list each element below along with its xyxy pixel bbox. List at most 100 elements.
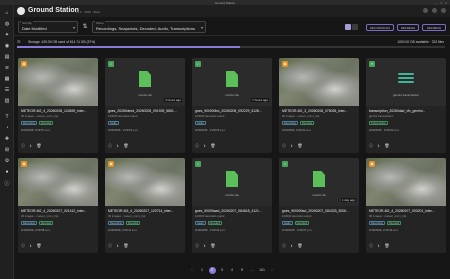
database-icon[interactable]: ⊞ [3,146,11,154]
file-card[interactable]: combo 3a ♪ 4 hours ago goes_20260deed_2026… [105,58,185,153]
pagination-page[interactable]: 3 [219,267,226,274]
minimize-icon[interactable]: – [436,1,438,5]
file-card[interactable]: combo 3a ♪ goes_90000aad_20260207_084818_… [192,158,272,253]
pagination-page[interactable]: … [249,267,256,274]
download-icon[interactable]: ⭳ [204,143,205,150]
delete-icon[interactable]: 🗑 [123,243,128,250]
delete-icon[interactable]: 🗑 [297,143,302,150]
delete-icon[interactable]: 🗑 [384,243,389,250]
grid-view-icon[interactable] [345,24,351,30]
file-date: 2/19/2026, 2:09:44 a.m. [369,228,399,232]
globe-icon[interactable]: ◍ [3,20,11,28]
maximize-icon[interactable]: □ [440,1,442,5]
recordings-button[interactable]: RECORDINGS [366,24,394,31]
file-card[interactable]: ▣ METEOR-M2_3_20260208_075028_inter... 3… [279,58,359,153]
delete-icon[interactable]: 🗑 [297,243,302,250]
pagination-prev[interactable]: ‹ [189,267,196,274]
info-icon[interactable]: ⓘ [108,143,112,150]
file-name: METEOR-M2_3_20260208_075028_inter... [282,109,348,113]
file-card[interactable]: ▣ METEOR-M2_4_20260207_003201_inter... 3… [366,158,446,253]
refresh-secondary-button[interactable]: REFRESH [422,24,446,31]
pagination-page[interactable]: 4 [229,267,236,274]
type-badge-icon: ▣ [22,162,26,166]
file-card[interactable]: combo 3a ♪ 1 day ago goes_900000ad_2026020… [279,158,359,253]
spectrum-icon[interactable]: ≋ [3,64,11,72]
file-card[interactable]: ▣ METEOR-M2_4_20260208_124539_inter... 3… [18,58,98,153]
download-icon[interactable]: ⭳ [291,143,292,150]
info-icon[interactable]: ⓘ [195,143,199,150]
list-view-icon[interactable] [352,24,358,30]
download-icon[interactable]: ⭳ [378,243,379,250]
info-icon[interactable]: ⓘ [3,179,11,187]
relative-time: 7 hours ago [251,98,269,102]
delete-icon[interactable]: 🗑 [210,243,215,250]
info-icon[interactable]: ⓘ [369,143,373,150]
gear-icon[interactable]: ⚙ [3,157,11,165]
info-icon[interactable]: ⓘ [195,243,199,250]
main-area: Ground Station v1.0 · 2025 · Beta Sort B… [14,5,450,279]
info-icon[interactable]: ⓘ [21,243,25,250]
pagination-page[interactable]: 101 [259,267,266,274]
delete-icon[interactable]: 🗑 [36,143,41,150]
settings-icon[interactable] [432,8,437,13]
tag-badge: Decoded [294,221,310,225]
folder-icon[interactable]: ▤ [3,53,11,61]
delete-icon[interactable]: 🗑 [36,243,41,250]
delete-icon[interactable]: 🗑 [123,143,128,150]
pagination-page[interactable]: 5 [239,267,246,274]
tle-icon[interactable]: T [3,113,11,121]
download-icon[interactable]: ⭳ [204,243,205,250]
show-filter-select[interactable]: Show Recordings, Snapshots, Decoded, Aud… [92,21,206,33]
card-actions: ⓘ ⭳ 🗑 [195,243,215,250]
type-badge-icon: ▣ [109,162,113,166]
info-icon[interactable]: ⓘ [282,243,286,250]
pagination-page[interactable]: 2 [208,266,216,274]
card-actions: ⓘ ⭳ 🗑 [369,143,389,150]
download-icon[interactable]: ⭳ [291,243,292,250]
chart-icon[interactable]: ▥ [3,97,11,105]
close-icon[interactable]: × [445,1,447,5]
file-name: METEOR-M2_4_20260207_021412_inter... [21,209,87,213]
pagination-page[interactable]: 1 [199,267,206,274]
delete-icon[interactable]: 🗑 [210,143,215,150]
file-card[interactable]: combo 3a ♪ 7 hours ago goes_900000bd_20260… [192,58,272,153]
sort-by-select[interactable]: Sort By Date Modified ▾ [18,21,78,33]
info-icon[interactable]: ⓘ [282,143,286,150]
info-icon[interactable]: ⓘ [108,243,112,250]
satellite-image-thumbnail[interactable] [279,58,359,106]
tag-badge: Recording [369,221,385,225]
satellite-icon[interactable]: ✦ [3,31,11,39]
tools-icon[interactable]: ✚ [3,135,11,143]
download-icon[interactable]: ⭳ [30,243,31,250]
download-icon[interactable]: ⭳ [378,143,379,150]
pagination-next[interactable]: › [269,267,276,274]
satellite-image-thumbnail[interactable] [105,158,185,206]
notification-icon[interactable] [423,8,428,13]
file-thumbnail[interactable]: combo 3a [192,158,272,206]
satellite-image-thumbnail[interactable] [366,158,446,206]
file-card[interactable]: ▣ METEOR-M2_4_20260207_021412_inter... 3… [18,158,98,253]
tag-badge: Audio [282,221,293,225]
file-date: 2/20/2026 · 2:09:33 p.m. [195,128,226,132]
satellite-image-thumbnail[interactable] [18,158,98,206]
home-icon[interactable]: ⌂ [3,9,11,17]
download-icon[interactable]: ⭳ [117,143,118,150]
delete-icon[interactable]: 🗑 [384,143,389,150]
info-icon[interactable]: ⓘ [369,243,373,250]
radio-icon[interactable]: ◉ [3,42,11,50]
satellite-image-thumbnail[interactable] [18,58,98,106]
calendar-icon[interactable]: ▦ [3,75,11,83]
refresh-button[interactable]: REFRESH [397,24,419,31]
file-card[interactable]: ▣ METEOR-M2_4_20260207_120714_inter... 3… [105,158,185,253]
dish-icon[interactable]: ◔ [3,124,11,132]
transcription-thumbnail[interactable]: gemini transcription [366,58,446,106]
info-icon[interactable]: ⓘ [21,143,25,150]
avatar[interactable] [441,8,446,13]
file-card[interactable]: gemini transcription ≡ transcription_2026… [366,58,446,153]
user-icon[interactable]: ● [3,168,11,176]
download-icon[interactable]: ⭳ [117,243,118,250]
tag-list: Transcription [369,121,443,125]
download-icon[interactable]: ⭳ [30,143,31,150]
list-icon[interactable]: ☰ [3,86,11,94]
sort-direction-icon[interactable]: ⇅ [81,23,89,31]
